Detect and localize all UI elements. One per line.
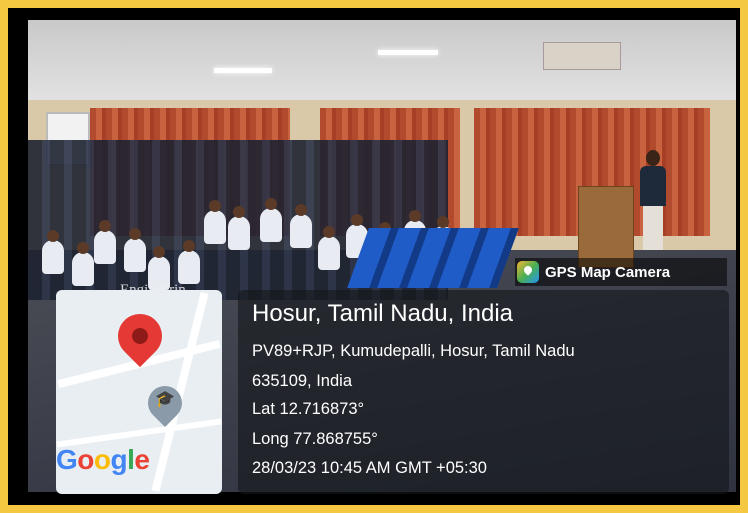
student bbox=[318, 226, 340, 270]
longitude: Long 77.868755° bbox=[252, 430, 378, 448]
graduation-cap-icon: 🎓 bbox=[155, 391, 175, 408]
ceiling-light bbox=[214, 68, 272, 73]
student bbox=[228, 206, 250, 250]
student bbox=[94, 220, 116, 264]
student bbox=[42, 230, 64, 274]
blue-chairs bbox=[347, 228, 519, 288]
gps-map-camera-watermark: GPS Map Camera bbox=[515, 258, 727, 286]
student bbox=[124, 228, 146, 272]
map-thumbnail: 🎓 Google bbox=[56, 290, 222, 494]
student bbox=[260, 198, 282, 242]
gps-map-camera-icon bbox=[517, 261, 539, 283]
student bbox=[72, 242, 94, 286]
student bbox=[290, 204, 312, 248]
google-logo: Google bbox=[56, 444, 150, 475]
address-line-2: 635109, India bbox=[252, 372, 353, 390]
ceiling-light bbox=[378, 50, 438, 55]
latitude: Lat 12.716873° bbox=[252, 400, 365, 418]
location-info-panel: Hosur, Tamil Nadu, India PV89+RJP, Kumud… bbox=[238, 290, 729, 494]
student bbox=[178, 240, 200, 284]
address-line-1: PV89+RJP, Kumudepalli, Hosur, Tamil Nadu bbox=[252, 342, 575, 360]
speaker bbox=[640, 150, 666, 250]
datetime: 28/03/23 10:45 AM GMT +05:30 bbox=[252, 459, 487, 477]
student bbox=[204, 200, 226, 244]
location-title: Hosur, Tamil Nadu, India bbox=[252, 300, 514, 327]
air-conditioner bbox=[543, 42, 621, 70]
podium bbox=[578, 186, 634, 268]
watermark-app-name: GPS Map Camera bbox=[545, 263, 671, 281]
